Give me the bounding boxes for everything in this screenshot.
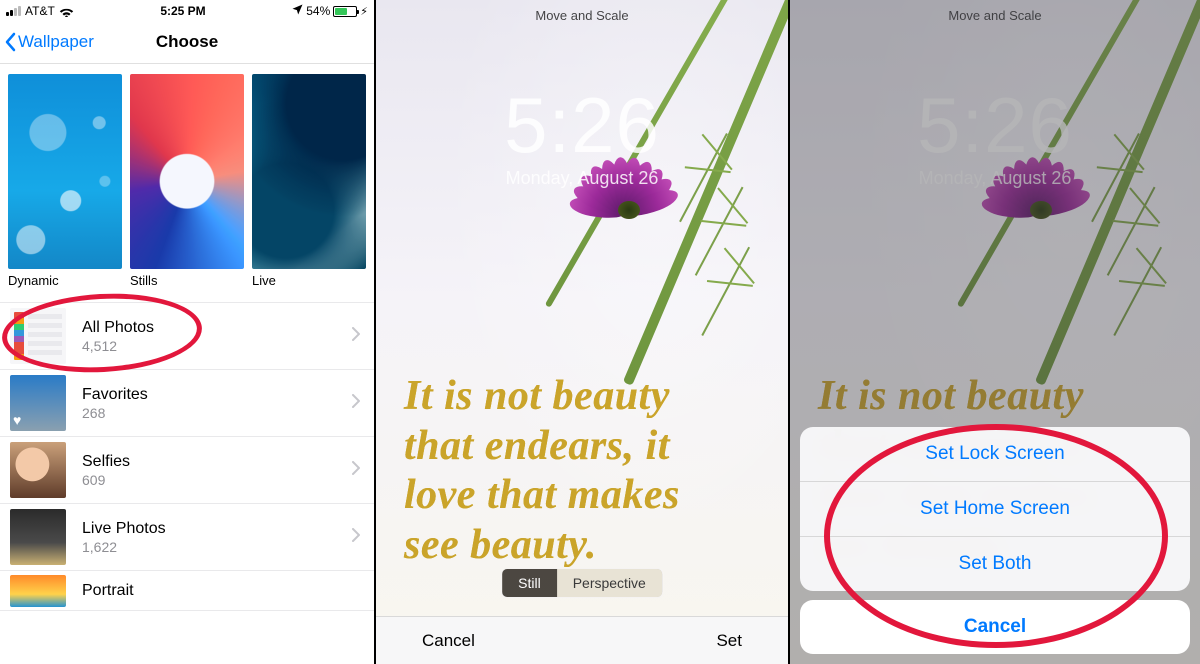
perspective-segmented-control: Still Perspective bbox=[501, 568, 663, 598]
nav-title: Choose bbox=[156, 32, 218, 52]
back-label: Wallpaper bbox=[18, 32, 94, 52]
chevron-right-icon bbox=[352, 461, 374, 480]
album-live-photos[interactable]: Live Photos 1,622 bbox=[0, 504, 374, 571]
set-button[interactable]: Set bbox=[716, 631, 742, 651]
album-title: Portrait bbox=[82, 582, 374, 600]
set-home-screen-button[interactable]: Set Home Screen bbox=[800, 481, 1190, 536]
sheet-cancel-button[interactable]: Cancel bbox=[800, 600, 1190, 654]
category-live[interactable]: Live bbox=[252, 74, 366, 288]
segment-perspective[interactable]: Perspective bbox=[557, 569, 662, 597]
nav-bar: Wallpaper Choose bbox=[0, 20, 374, 64]
dynamic-thumbnail bbox=[8, 74, 122, 269]
battery-percent: 54% bbox=[306, 4, 330, 18]
album-thumbnail bbox=[10, 442, 66, 498]
chevron-right-icon bbox=[352, 327, 374, 346]
screen-wallpaper-preview: It is not beauty that endears, it love t… bbox=[376, 0, 788, 664]
live-thumbnail bbox=[252, 74, 366, 269]
album-title: All Photos bbox=[82, 319, 352, 337]
cell-signal-icon bbox=[6, 6, 21, 16]
album-thumbnail bbox=[10, 308, 66, 364]
preview-toolbar: Cancel Set bbox=[376, 616, 788, 664]
wallpaper-categories: Dynamic Stills Live bbox=[0, 64, 374, 288]
album-count: 268 bbox=[82, 405, 352, 421]
album-title: Favorites bbox=[82, 386, 352, 404]
action-sheet: Set Lock Screen Set Home Screen Set Both… bbox=[800, 427, 1190, 654]
screen-choose-wallpaper: AT&T 5:25 PM 54% ⚡︎ Wallpaper Choose Dyn… bbox=[0, 0, 374, 664]
album-selfies[interactable]: Selfies 609 bbox=[0, 437, 374, 504]
stills-thumbnail bbox=[130, 74, 244, 269]
heart-icon: ♥ bbox=[13, 412, 21, 428]
album-portrait[interactable]: Portrait bbox=[0, 571, 374, 611]
category-label: Dynamic bbox=[8, 273, 122, 288]
wifi-icon bbox=[59, 6, 74, 17]
set-both-button[interactable]: Set Both bbox=[800, 536, 1190, 591]
album-title: Selfies bbox=[82, 453, 352, 471]
album-thumbnail bbox=[10, 509, 66, 565]
category-dynamic[interactable]: Dynamic bbox=[8, 74, 122, 288]
album-title: Live Photos bbox=[82, 520, 352, 538]
status-time: 5:25 PM bbox=[160, 4, 205, 18]
album-count: 609 bbox=[82, 472, 352, 488]
album-count: 4,512 bbox=[82, 338, 352, 354]
album-thumbnail bbox=[10, 575, 66, 607]
charging-icon: ⚡︎ bbox=[360, 5, 368, 18]
move-scale-header: Move and Scale bbox=[376, 8, 788, 23]
carrier-label: AT&T bbox=[25, 4, 55, 18]
category-label: Stills bbox=[130, 273, 244, 288]
set-lock-screen-button[interactable]: Set Lock Screen bbox=[800, 427, 1190, 481]
lock-screen-date: Monday, August 26 bbox=[376, 168, 788, 189]
back-button[interactable]: Wallpaper bbox=[4, 20, 94, 63]
status-bar: AT&T 5:25 PM 54% ⚡︎ bbox=[0, 0, 374, 20]
battery-icon bbox=[333, 6, 357, 17]
lock-screen-time: 5:26 bbox=[376, 80, 788, 171]
category-stills[interactable]: Stills bbox=[130, 74, 244, 288]
album-thumbnail: ♥ bbox=[10, 375, 66, 431]
cancel-button[interactable]: Cancel bbox=[422, 631, 475, 651]
album-list: All Photos 4,512 ♥ Favorites 268 Selfies… bbox=[0, 302, 374, 611]
album-all-photos[interactable]: All Photos 4,512 bbox=[0, 303, 374, 370]
location-icon bbox=[292, 4, 303, 18]
segment-still[interactable]: Still bbox=[502, 569, 557, 597]
album-count: 1,622 bbox=[82, 539, 352, 555]
category-label: Live bbox=[252, 273, 366, 288]
screen-set-wallpaper-sheet: It is not beauty that endears, it love t… bbox=[790, 0, 1200, 664]
chevron-right-icon bbox=[352, 394, 374, 413]
chevron-right-icon bbox=[352, 528, 374, 547]
wallpaper-quote: It is not beauty that endears, it love t… bbox=[404, 372, 760, 570]
album-favorites[interactable]: ♥ Favorites 268 bbox=[0, 370, 374, 437]
